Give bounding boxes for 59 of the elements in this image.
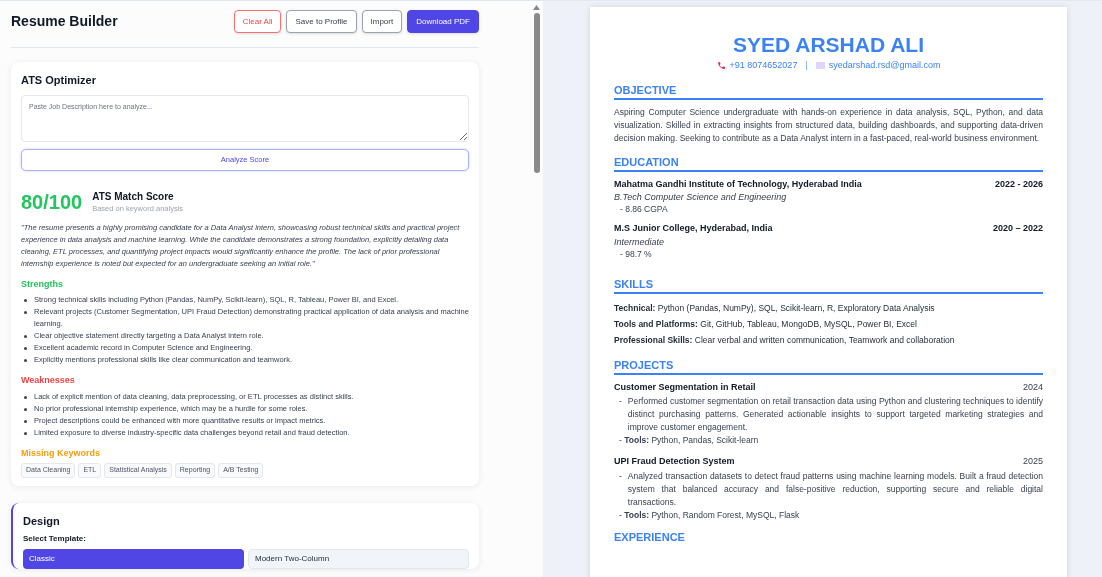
scrollbar-thumb[interactable]	[533, 13, 540, 173]
project-description: Performed customer segmentation on retail transaction data using Python and clustering techniques to identify distinct purchasing patterns. Generated actionable insights to support targeted marketing strategies and improve customer engagement.	[627, 395, 1043, 434]
years: 2022 - 2026	[994, 177, 1043, 191]
card-title: Design	[23, 513, 61, 529]
score-title: ATS Match Score	[92, 190, 175, 203]
field-label: Select Template:	[23, 533, 87, 546]
education-detail: - 98.7 %	[619, 247, 653, 261]
skill-line: Technical: Python (Pandas, NumPy), SQL, Scikit-learn, R, Exploratory Data Analysis	[614, 301, 936, 315]
bullet-icon	[24, 359, 27, 363]
toolbar-button[interactable]: Save to Profile	[286, 10, 357, 33]
dash-marker: -	[619, 469, 622, 483]
education-detail: - 8.86 CGPA	[619, 203, 669, 216]
bullet-icon	[24, 311, 27, 315]
project-title: UPI Fraud Detection System	[614, 455, 735, 468]
bullet-icon	[24, 431, 27, 435]
project-tools: - Tools: Python, Random Forest, MySQL, Flask	[618, 508, 801, 522]
bullet-icon	[24, 407, 27, 411]
score-value: 80/100	[21, 192, 83, 213]
project-title: Customer Segmentation in Retail	[614, 380, 756, 394]
degree: Intermediate	[614, 235, 666, 248]
bullet-icon	[24, 395, 27, 399]
email-address: syedarshad.rsd@gmail.com	[828, 59, 941, 72]
section-heading: EXPERIENCE	[614, 529, 686, 544]
section-heading: EDUCATION	[614, 154, 1043, 172]
objective-text: Aspiring Computer Science undergraduate with hands-on experience in data analysis, SQL, Python, and data visualization. Skilled in extracting insights from structured data, building dashboards, and supporting data-driven decision making. Seeking to contribute as a Data Analyst intern in a fast-paced, real-world business environment.	[614, 105, 1043, 145]
phone-number: +91 8074652027	[729, 59, 798, 72]
project-year: 2025	[1022, 455, 1043, 468]
resume-name: SYED ARSHAD ALI	[733, 32, 924, 58]
bullet-icon	[24, 419, 27, 423]
card-title: ATS Optimizer	[21, 73, 97, 88]
app-title: Resume Builder	[11, 11, 118, 31]
project-year: 2024	[1022, 380, 1043, 394]
bullet-icon	[24, 347, 27, 351]
scroll-up-icon[interactable]	[533, 5, 540, 10]
separator: |	[805, 59, 808, 72]
skill-line: Tools and Platforms: Git, GitHub, Tableau, MongoDB, MySQL, Power BI, Excel	[614, 317, 918, 331]
skill-line: Professional Skills: Clear verbal and written communication, Teamwork and collaboration	[614, 333, 956, 347]
project-tools: - Tools: Python, Pandas, Scikit-learn	[618, 434, 760, 447]
bullet-icon	[24, 299, 27, 303]
phone-icon	[716, 61, 726, 71]
project-description: Analyzed transaction datasets to detect fraud patterns using machine learning models. Built a fraud detection system that balanced accuracy and false-positive reduction, supporting secure and reliable digital transactions.	[627, 469, 1043, 509]
toolbar-button[interactable]: Clear All	[233, 10, 282, 33]
mail-icon	[815, 62, 825, 70]
section-title: Missing Keywords	[21, 446, 102, 460]
degree: B.Tech Computer Science and Engineering	[614, 191, 788, 203]
section-heading: SKILLS	[614, 276, 1043, 294]
section-title: Strengths	[21, 277, 64, 291]
section-heading: OBJECTIVE	[614, 82, 1043, 100]
years: 2020 – 2022	[992, 222, 1043, 235]
toolbar-button[interactable]: Download PDF	[407, 10, 479, 33]
template-option[interactable]: Modern Two-Column	[248, 549, 469, 570]
template-option[interactable]: Classic	[23, 549, 244, 570]
dash-marker: -	[619, 395, 622, 408]
school-name: Mahatma Gandhi Institute of Technology, Hyderabad India	[614, 177, 862, 191]
school-name: M.S Junior College, Hyderabad, India	[614, 222, 773, 235]
toolbar-button[interactable]: Import	[361, 10, 403, 33]
section-heading: PROJECTS	[614, 357, 1043, 375]
bullet-icon	[24, 335, 27, 339]
section-title: Weaknesses	[21, 374, 76, 388]
